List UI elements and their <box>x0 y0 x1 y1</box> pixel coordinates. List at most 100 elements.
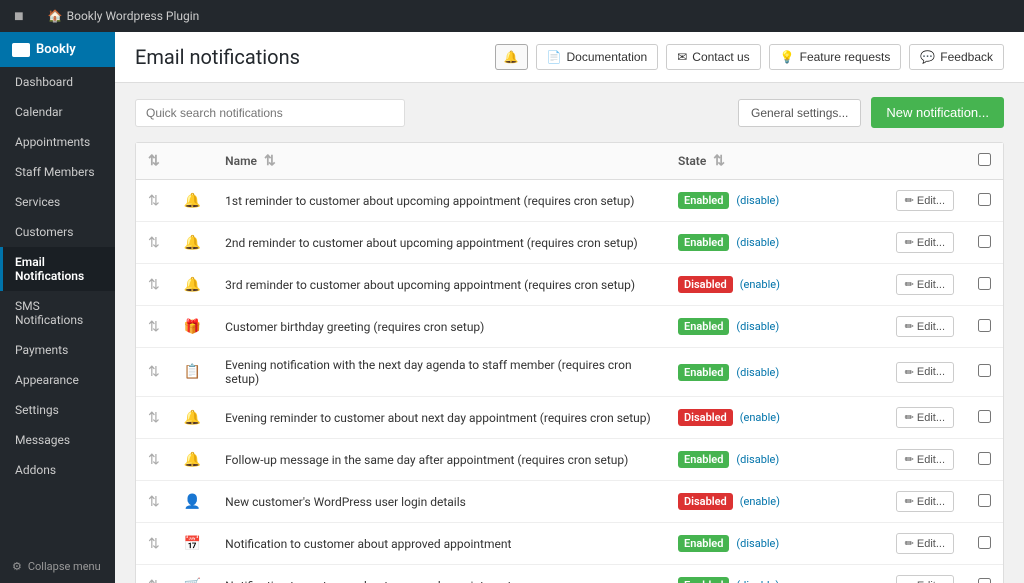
documentation-button[interactable]: 📄 Documentation <box>536 44 659 70</box>
row-checkbox-cell[interactable] <box>966 306 1003 348</box>
th-name[interactable]: Name ⇅ <box>213 143 666 180</box>
sidebar-item-dashboard[interactable]: Dashboard <box>0 67 115 97</box>
row-checkbox-cell[interactable] <box>966 481 1003 523</box>
toggle-link[interactable]: (enable) <box>740 278 780 291</box>
row-sort-handle[interactable]: ⇅ <box>136 180 172 222</box>
sidebar-item-addons[interactable]: Addons <box>0 455 115 485</box>
edit-button[interactable]: ✏ Edit... <box>896 274 954 295</box>
sidebar-item-appointments[interactable]: Appointments <box>0 127 115 157</box>
row-sort-handle[interactable]: ⇅ <box>136 565 172 583</box>
sidebar-item-sms-notifications[interactable]: SMS Notifications <box>0 291 115 335</box>
edit-button[interactable]: ✏ Edit... <box>896 575 954 583</box>
toggle-link[interactable]: (disable) <box>736 320 779 333</box>
wp-logo[interactable]: ■ <box>8 0 30 32</box>
row-sort-handle[interactable]: ⇅ <box>136 264 172 306</box>
row-sort-handle[interactable]: ⇅ <box>136 397 172 439</box>
row-actions: ✏ Edit... <box>866 222 966 264</box>
toggle-link[interactable]: (disable) <box>736 366 779 379</box>
edit-button[interactable]: ✏ Edit... <box>896 362 954 383</box>
row-checkbox[interactable] <box>978 536 991 549</box>
row-checkbox-cell[interactable] <box>966 222 1003 264</box>
name-sort-icon: ⇅ <box>264 153 276 169</box>
table-row: ⇅ 🔔 Follow-up message in the same day af… <box>136 439 1003 481</box>
row-sort-handle[interactable]: ⇅ <box>136 481 172 523</box>
row-checkbox[interactable] <box>978 193 991 206</box>
row-checkbox-cell[interactable] <box>966 523 1003 565</box>
notification-type-icon: 🔔 <box>184 193 201 209</box>
table-row: ⇅ 🔔 2nd reminder to customer about upcom… <box>136 222 1003 264</box>
sidebar-item-payments[interactable]: Payments <box>0 335 115 365</box>
row-checkbox[interactable] <box>978 494 991 507</box>
sidebar-item-email-notifications[interactable]: Email Notifications <box>0 247 115 291</box>
edit-button[interactable]: ✏ Edit... <box>896 316 954 337</box>
bell-button[interactable]: 🔔 <box>495 44 528 70</box>
sidebar-item-services[interactable]: Services <box>0 187 115 217</box>
sidebar-item-customers[interactable]: Customers <box>0 217 115 247</box>
content-area: Email notifications 🔔 📄 Documentation ✉ … <box>115 32 1024 583</box>
toggle-link[interactable]: (disable) <box>736 194 779 207</box>
drag-icon: ⇅ <box>148 193 160 209</box>
row-checkbox-cell[interactable] <box>966 439 1003 481</box>
page-title: Email notifications <box>135 45 300 69</box>
toggle-link[interactable]: (disable) <box>736 579 779 583</box>
toggle-link[interactable]: (disable) <box>736 537 779 550</box>
drag-icon: ⇅ <box>148 277 160 293</box>
th-check[interactable] <box>966 143 1003 180</box>
sidebar-item-calendar[interactable]: Calendar <box>0 97 115 127</box>
status-badge: Disabled <box>678 409 733 426</box>
row-checkbox-cell[interactable] <box>966 348 1003 397</box>
toggle-link[interactable]: (disable) <box>736 236 779 249</box>
edit-icon: ✏ <box>905 278 914 291</box>
table-row: ⇅ 🛒 Notification to customer about appro… <box>136 565 1003 583</box>
row-name: 3rd reminder to customer about upcoming … <box>213 264 666 306</box>
row-icon-cell: 🔔 <box>172 264 213 306</box>
sidebar-item-settings[interactable]: Settings <box>0 395 115 425</box>
toggle-link[interactable]: (enable) <box>740 495 780 508</box>
row-checkbox[interactable] <box>978 364 991 377</box>
table-row: ⇅ 👤 New customer's WordPress user login … <box>136 481 1003 523</box>
row-checkbox[interactable] <box>978 452 991 465</box>
sidebar-collapse-button[interactable]: ⚙ Collapse menu <box>0 550 115 583</box>
edit-button[interactable]: ✏ Edit... <box>896 407 954 428</box>
sidebar-item-staff-members[interactable]: Staff Members <box>0 157 115 187</box>
row-sort-handle[interactable]: ⇅ <box>136 523 172 565</box>
select-all-checkbox[interactable] <box>978 153 991 166</box>
edit-button[interactable]: ✏ Edit... <box>896 449 954 470</box>
sidebar-plugin-title[interactable]: Bookly <box>0 32 115 67</box>
doc-icon: 📄 <box>547 50 562 64</box>
row-name: Notification to customer about approved … <box>213 523 666 565</box>
row-sort-handle[interactable]: ⇅ <box>136 348 172 397</box>
edit-button[interactable]: ✏ Edit... <box>896 190 954 211</box>
sidebar-item-appearance[interactable]: Appearance <box>0 365 115 395</box>
row-checkbox-cell[interactable] <box>966 565 1003 583</box>
sidebar-item-messages[interactable]: Messages <box>0 425 115 455</box>
edit-button[interactable]: ✏ Edit... <box>896 232 954 253</box>
row-checkbox-cell[interactable] <box>966 397 1003 439</box>
general-settings-button[interactable]: General settings... <box>738 99 861 127</box>
row-checkbox[interactable] <box>978 277 991 290</box>
row-checkbox[interactable] <box>978 578 991 583</box>
toggle-link[interactable]: (enable) <box>740 411 780 424</box>
row-checkbox-cell[interactable] <box>966 180 1003 222</box>
feedback-button[interactable]: 💬 Feedback <box>909 44 1004 70</box>
row-checkbox[interactable] <box>978 410 991 423</box>
row-sort-handle[interactable]: ⇅ <box>136 306 172 348</box>
row-sort-handle[interactable]: ⇅ <box>136 222 172 264</box>
drag-icon: ⇅ <box>148 410 160 426</box>
feature-requests-button[interactable]: 💡 Feature requests <box>769 44 902 70</box>
th-state[interactable]: State ⇅ <box>666 143 866 180</box>
row-sort-handle[interactable]: ⇅ <box>136 439 172 481</box>
row-actions: ✏ Edit... <box>866 306 966 348</box>
status-badge: Enabled <box>678 535 729 552</box>
edit-button[interactable]: ✏ Edit... <box>896 533 954 554</box>
new-notification-button[interactable]: New notification... <box>871 97 1004 128</box>
toggle-link[interactable]: (disable) <box>736 453 779 466</box>
admin-bar-site[interactable]: 🏠 Bookly Wordpress Plugin <box>42 0 206 32</box>
site-icon: 🏠 <box>48 9 63 23</box>
search-input[interactable] <box>135 99 405 127</box>
row-checkbox[interactable] <box>978 319 991 332</box>
row-checkbox-cell[interactable] <box>966 264 1003 306</box>
row-checkbox[interactable] <box>978 235 991 248</box>
contact-us-button[interactable]: ✉ Contact us <box>666 44 760 70</box>
edit-button[interactable]: ✏ Edit... <box>896 491 954 512</box>
